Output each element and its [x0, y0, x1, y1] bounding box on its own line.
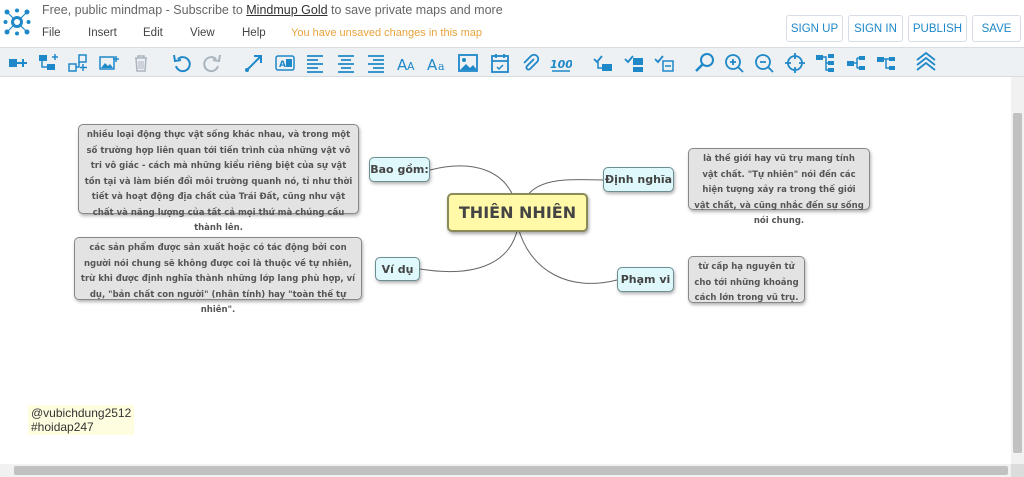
- text-size-icon[interactable]: AA: [395, 51, 419, 75]
- promo-prefix: Free, public mindmap - Subscribe to: [42, 3, 247, 17]
- align-right-icon[interactable]: [364, 51, 388, 75]
- layout-top-down-icon[interactable]: [813, 51, 837, 75]
- add-child-icon[interactable]: [6, 51, 30, 75]
- undo-icon[interactable]: [170, 51, 194, 75]
- menu-insert[interactable]: Insert: [88, 27, 117, 39]
- svg-text:A: A: [407, 60, 415, 73]
- layout-left-right-icon[interactable]: [844, 51, 868, 75]
- save-button[interactable]: SAVE: [972, 15, 1021, 42]
- add-parent-icon[interactable]: [66, 51, 90, 75]
- zoom-out-icon[interactable]: [752, 51, 776, 75]
- expand-icon[interactable]: [591, 51, 615, 75]
- menu-view[interactable]: View: [190, 27, 215, 39]
- align-center-icon[interactable]: [334, 51, 358, 75]
- sign-in-button[interactable]: SIGN IN: [848, 15, 903, 42]
- app-header: Free, public mindmap - Subscribe to Mind…: [0, 0, 1024, 47]
- mindmup-logo-icon[interactable]: [3, 8, 31, 36]
- branch-vi-du[interactable]: Ví dụ: [375, 257, 420, 281]
- vertical-scrollbar[interactable]: [1011, 77, 1024, 464]
- branch-dinh-nghia[interactable]: Định nghĩa: [603, 167, 674, 192]
- zoom-in-icon[interactable]: [722, 51, 746, 75]
- toolbar: A AA Aa 100: [0, 47, 1024, 77]
- search-icon[interactable]: [693, 51, 717, 75]
- toggle-icon[interactable]: [652, 51, 676, 75]
- align-left-icon[interactable]: [303, 51, 327, 75]
- horizontal-scrollbar[interactable]: [0, 464, 1011, 477]
- connect-icon[interactable]: [242, 51, 266, 75]
- svg-text:A: A: [279, 60, 286, 70]
- center-icon[interactable]: [783, 51, 807, 75]
- publish-button[interactable]: PUBLISH: [908, 15, 967, 42]
- insert-image-icon[interactable]: [97, 51, 121, 75]
- promo-suffix: to save private maps and more: [327, 3, 503, 17]
- map-canvas[interactable]: THIÊN NHIÊN Bao gồm: Định nghĩa Ví dụ Ph…: [0, 77, 1011, 464]
- redo-icon[interactable]: [200, 51, 224, 75]
- font-icon[interactable]: Aa: [425, 51, 449, 75]
- svg-text:a: a: [438, 60, 445, 73]
- delete-icon[interactable]: [129, 51, 153, 75]
- svg-text:A: A: [427, 56, 438, 74]
- image-icon[interactable]: [456, 51, 480, 75]
- calendar-icon[interactable]: [488, 51, 512, 75]
- layout-standard-icon[interactable]: [874, 51, 898, 75]
- menu-edit[interactable]: Edit: [143, 27, 163, 39]
- horizontal-scroll-thumb[interactable]: [14, 466, 1008, 475]
- vertical-scroll-thumb[interactable]: [1013, 113, 1022, 453]
- credit-username: @vubichdung2512: [31, 406, 132, 420]
- promo-text: Free, public mindmap - Subscribe to Mind…: [42, 3, 503, 17]
- unsaved-notice: You have unsaved changes in this map: [291, 27, 483, 39]
- leaf-dinh-nghia[interactable]: là thế giới hay vũ trụ mang tính vật chấ…: [688, 148, 870, 226]
- svg-text:100: 100: [550, 58, 572, 71]
- branch-bao-gom[interactable]: Bao gồm:: [369, 157, 430, 182]
- leaf-vi-du[interactable]: các sản phẩm được sản xuất hoặc có tác đ…: [74, 237, 362, 315]
- mindmup-gold-link[interactable]: Mindmup Gold: [246, 3, 327, 17]
- add-sibling-icon[interactable]: [36, 51, 60, 75]
- central-node[interactable]: THIÊN NHIÊN: [447, 193, 588, 232]
- credit-hashtag: #hoidap247: [31, 420, 94, 434]
- leaf-pham-vi[interactable]: từ cấp hạ nguyên tử cho tới những khoảng…: [688, 256, 805, 303]
- collapse-all-icon[interactable]: [914, 51, 938, 75]
- progress-icon[interactable]: 100: [549, 51, 573, 75]
- collapse-icon[interactable]: [622, 51, 646, 75]
- credit-note: @vubichdung2512 #hoidap247: [28, 405, 135, 435]
- attachment-icon[interactable]: [518, 51, 542, 75]
- leaf-bao-gom[interactable]: nhiều loại động thực vật sống khác nhau,…: [78, 124, 359, 233]
- branch-pham-vi[interactable]: Phạm vi: [617, 267, 674, 292]
- sign-up-button[interactable]: SIGN UP: [786, 15, 843, 42]
- menu-file[interactable]: File: [42, 27, 61, 39]
- menu-help[interactable]: Help: [242, 27, 266, 39]
- text-style-icon[interactable]: A: [273, 51, 297, 75]
- scrollbar-corner: [1011, 464, 1024, 477]
